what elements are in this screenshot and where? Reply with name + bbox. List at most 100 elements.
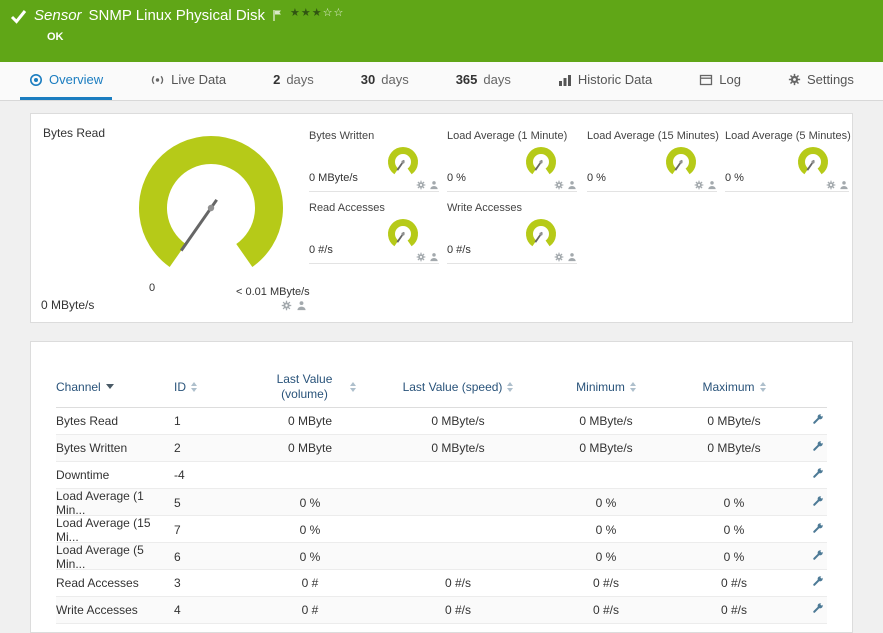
table-row[interactable]: Bytes Read 1 0 MByte 0 MByte/s 0 MByte/s… [56,408,827,435]
status-badge: OK [47,31,64,43]
mini-gauge-load-average-15min: Load Average (15 Minutes) 0 % [587,130,719,194]
mini-gauge-load-average-5min: Load Average (5 Minutes) 0 % [725,130,851,194]
settings-gear-icon [788,73,801,86]
bytes-read-gauge [139,136,283,267]
gauge-user-icon[interactable] [839,180,849,190]
mini-gauge-value: 0 #/s [447,244,471,256]
mini-gauge-bytes-written: Bytes Written 0 MByte/s [309,130,439,194]
table-row[interactable]: Write Accesses 4 0 # 0 #/s 0 #/s 0 #/s [56,597,827,624]
mini-gauge-title: Write Accesses [447,202,522,214]
mini-gauge-title: Load Average (1 Minute) [447,130,568,142]
gauge-settings-gear-icon[interactable] [554,252,564,262]
gauge-settings-gear-icon[interactable] [416,180,426,190]
table-row[interactable]: Downtime -4 [56,462,827,489]
table-row[interactable]: Read Accesses 3 0 # 0 #/s 0 #/s 0 #/s [56,570,827,597]
channel-id: 5 [174,496,181,510]
table-row[interactable]: Load Average (1 Min... 5 0 % 0 % 0 % [56,489,827,517]
gauge-settings-gear-icon[interactable] [554,180,564,190]
channel-settings-wrench-icon[interactable] [810,439,825,454]
minimum-value: 0 MByte/s [579,441,633,455]
gauge-settings-gear-icon[interactable] [281,300,292,311]
channel-settings-wrench-icon[interactable] [810,574,825,589]
channel-name: Load Average (15 Mi... [56,516,151,544]
channel-settings-wrench-icon[interactable] [810,466,825,481]
last-value-volume: 0 # [301,576,319,590]
last-value-volume: 0 % [299,550,321,564]
maximum-value: 0 % [723,550,745,564]
minimum-value: 0 % [595,523,617,537]
gauge-settings-gear-icon[interactable] [826,180,836,190]
last-value-speed: 0 MByte/s [431,414,485,428]
table-row[interactable]: Bytes Written 2 0 MByte 0 MByte/s 0 MByt… [56,435,827,462]
header-last-value-speed[interactable]: Last Value (speed) [374,380,542,394]
header-maximum[interactable]: Maximum [670,380,798,394]
mini-gauge-dial [526,147,556,175]
gauge-user-icon[interactable] [707,180,717,190]
overview-icon [30,73,42,86]
maximum-value: 0 % [723,523,745,537]
channel-name: Bytes Written [56,441,128,455]
maximum-value: 0 MByte/s [707,414,761,428]
maximum-value: 0 #/s [720,603,747,617]
tab-365-days[interactable]: 365 days [447,62,520,100]
table-row[interactable]: Load Average (5 Min... 6 0 % 0 % 0 % [56,543,827,571]
flag-icon[interactable] [272,9,283,22]
gauge-user-icon[interactable] [429,252,439,262]
mini-gauge-title: Load Average (15 Minutes) [587,130,719,142]
header-channel[interactable]: Channel [56,380,174,394]
channel-id: 2 [174,441,181,455]
gauge-scale-max: < 0.01 MByte/s [236,286,310,298]
tab-overview[interactable]: Overview [20,62,113,100]
mini-gauge-dial [666,147,696,175]
last-value-speed: 0 MByte/s [431,441,485,455]
last-value-speed: 0 #/s [444,603,471,617]
channel-name: Downtime [56,468,110,482]
gauge-settings-gear-icon[interactable] [416,252,426,262]
channel-id: 7 [174,523,181,537]
gauge-user-icon[interactable] [296,300,307,311]
tab-2-days[interactable]: 2 days [264,62,323,100]
channels-table-panel: Channel ID Last Value (volume) Last Valu… [30,341,853,633]
last-value-volume: 0 MByte [287,414,332,428]
tab-30-days[interactable]: 30 days [352,62,418,100]
priority-stars[interactable]: ★★★☆☆ [290,6,344,19]
mini-gauge-title: Read Accesses [309,202,385,214]
channel-name: Load Average (5 Min... [56,543,144,571]
tab-log[interactable]: Log [690,62,750,100]
channel-settings-wrench-icon[interactable] [810,601,825,616]
last-value-speed: 0 #/s [444,576,471,590]
gauge-user-icon[interactable] [567,180,577,190]
tab-settings[interactable]: Settings [779,62,863,100]
channel-name: Read Accesses [56,576,139,590]
header-minimum[interactable]: Minimum [542,380,670,394]
channel-settings-wrench-icon[interactable] [810,412,825,427]
channel-settings-wrench-icon[interactable] [810,494,825,509]
mini-gauge-read-accesses: Read Accesses 0 #/s [309,202,439,266]
status-ok-check-icon [10,10,27,24]
channel-settings-wrench-icon[interactable] [810,548,825,563]
channel-name: Bytes Read [56,414,119,428]
table-header-row: Channel ID Last Value (volume) Last Valu… [56,366,827,408]
channel-settings-wrench-icon[interactable] [810,521,825,536]
historic-data-icon [558,74,571,86]
last-value-volume: 0 MByte [287,441,332,455]
tab-bar: Overview Live Data 2 days 30 days 365 da… [0,62,883,101]
gauge-settings-gear-icon[interactable] [694,180,704,190]
gauge-user-icon[interactable] [567,252,577,262]
mini-gauge-value: 0 #/s [309,244,333,256]
tab-historic-data[interactable]: Historic Data [549,62,661,100]
mini-gauge-value: 0 % [447,172,466,184]
minimum-value: 0 #/s [592,603,619,617]
channel-name: Load Average (1 Min... [56,489,144,517]
gauge-user-icon[interactable] [429,180,439,190]
tab-live-data[interactable]: Live Data [141,62,235,100]
header-last-value-volume[interactable]: Last Value (volume) [246,372,374,402]
maximum-value: 0 #/s [720,576,747,590]
minimum-value: 0 % [595,496,617,510]
table-row[interactable]: Load Average (15 Mi... 7 0 % 0 % 0 % [56,516,827,544]
maximum-value: 0 % [723,496,745,510]
channel-id: 3 [174,576,181,590]
big-gauge-title: Bytes Read [43,126,106,140]
sensor-name: SNMP Linux Physical Disk [88,7,265,24]
header-id[interactable]: ID [174,380,246,394]
